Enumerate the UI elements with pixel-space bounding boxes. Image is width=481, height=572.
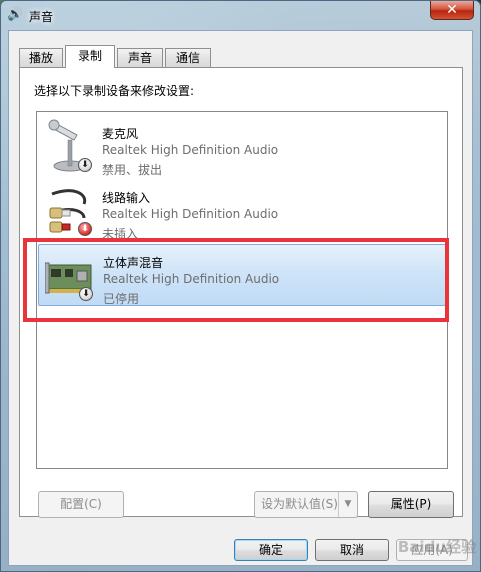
dialog-client-area: 播放 录制 声音 通信 选择以下录制设备来修改设置: ⬇ 麦克风 Realtek… [8,30,473,566]
device-driver: Realtek High Definition Audio [103,272,280,286]
down-arrow-icon: ⬇ [79,287,93,301]
device-driver: Realtek High Definition Audio [102,207,279,221]
device-name: 立体声混音 [103,256,164,270]
ok-button[interactable]: 确定 [234,539,308,561]
speaker-icon: 🔊 [7,7,24,22]
tab-sounds[interactable]: 声音 [117,48,163,67]
sound-dialog: 🔊 声音 ✕ 播放 录制 声音 通信 选择以下录制设备来修改设置: ⬇ 麦克风 … [0,0,481,572]
configure-button[interactable]: 配置(C) [38,491,124,518]
title-bar[interactable]: 🔊 声音 ✕ [1,1,480,29]
down-arrow-icon: ⬇ [78,158,92,172]
device-status: 已停用 [103,292,140,306]
set-default-label: 设为默认值(S) [261,497,338,511]
down-arrow-icon: ⬇ [78,222,92,236]
close-button[interactable]: ✕ [430,1,474,20]
device-name: 线路输入 [102,191,151,205]
set-default-button[interactable]: 设为默认值(S) ▼ [254,491,358,518]
cancel-button[interactable]: 取消 [315,539,389,561]
device-driver: Realtek High Definition Audio [102,143,279,157]
device-item-microphone[interactable]: ⬇ 麦克风 Realtek High Definition Audio 禁用、拔… [38,116,446,178]
tab-recording[interactable]: 录制 [65,45,115,68]
recording-panel: 选择以下录制设备来修改设置: ⬇ 麦克风 Realtek High Defini… [19,67,463,518]
tab-communications[interactable]: 通信 [165,48,211,67]
device-status: 禁用、拔出 [102,163,163,177]
apply-button[interactable]: 应用(A) [396,539,468,561]
device-name: 麦克风 [102,127,139,141]
device-item-stereo-mix[interactable]: ⬇ 立体声混音 Realtek High Definition Audio 已停… [38,244,446,306]
instruction-text: 选择以下录制设备来修改设置: [34,84,195,98]
window-title: 声音 [29,10,54,24]
device-status: 未插入 [102,227,139,241]
properties-button[interactable]: 属性(P) [368,491,454,518]
device-item-line-in[interactable]: ⬇ 线路输入 Realtek High Definition Audio 未插入 [38,180,446,242]
chevron-down-icon[interactable]: ▼ [338,492,357,517]
device-list[interactable]: ⬇ 麦克风 Realtek High Definition Audio 禁用、拔… [36,111,448,469]
tab-playback[interactable]: 播放 [19,48,63,67]
